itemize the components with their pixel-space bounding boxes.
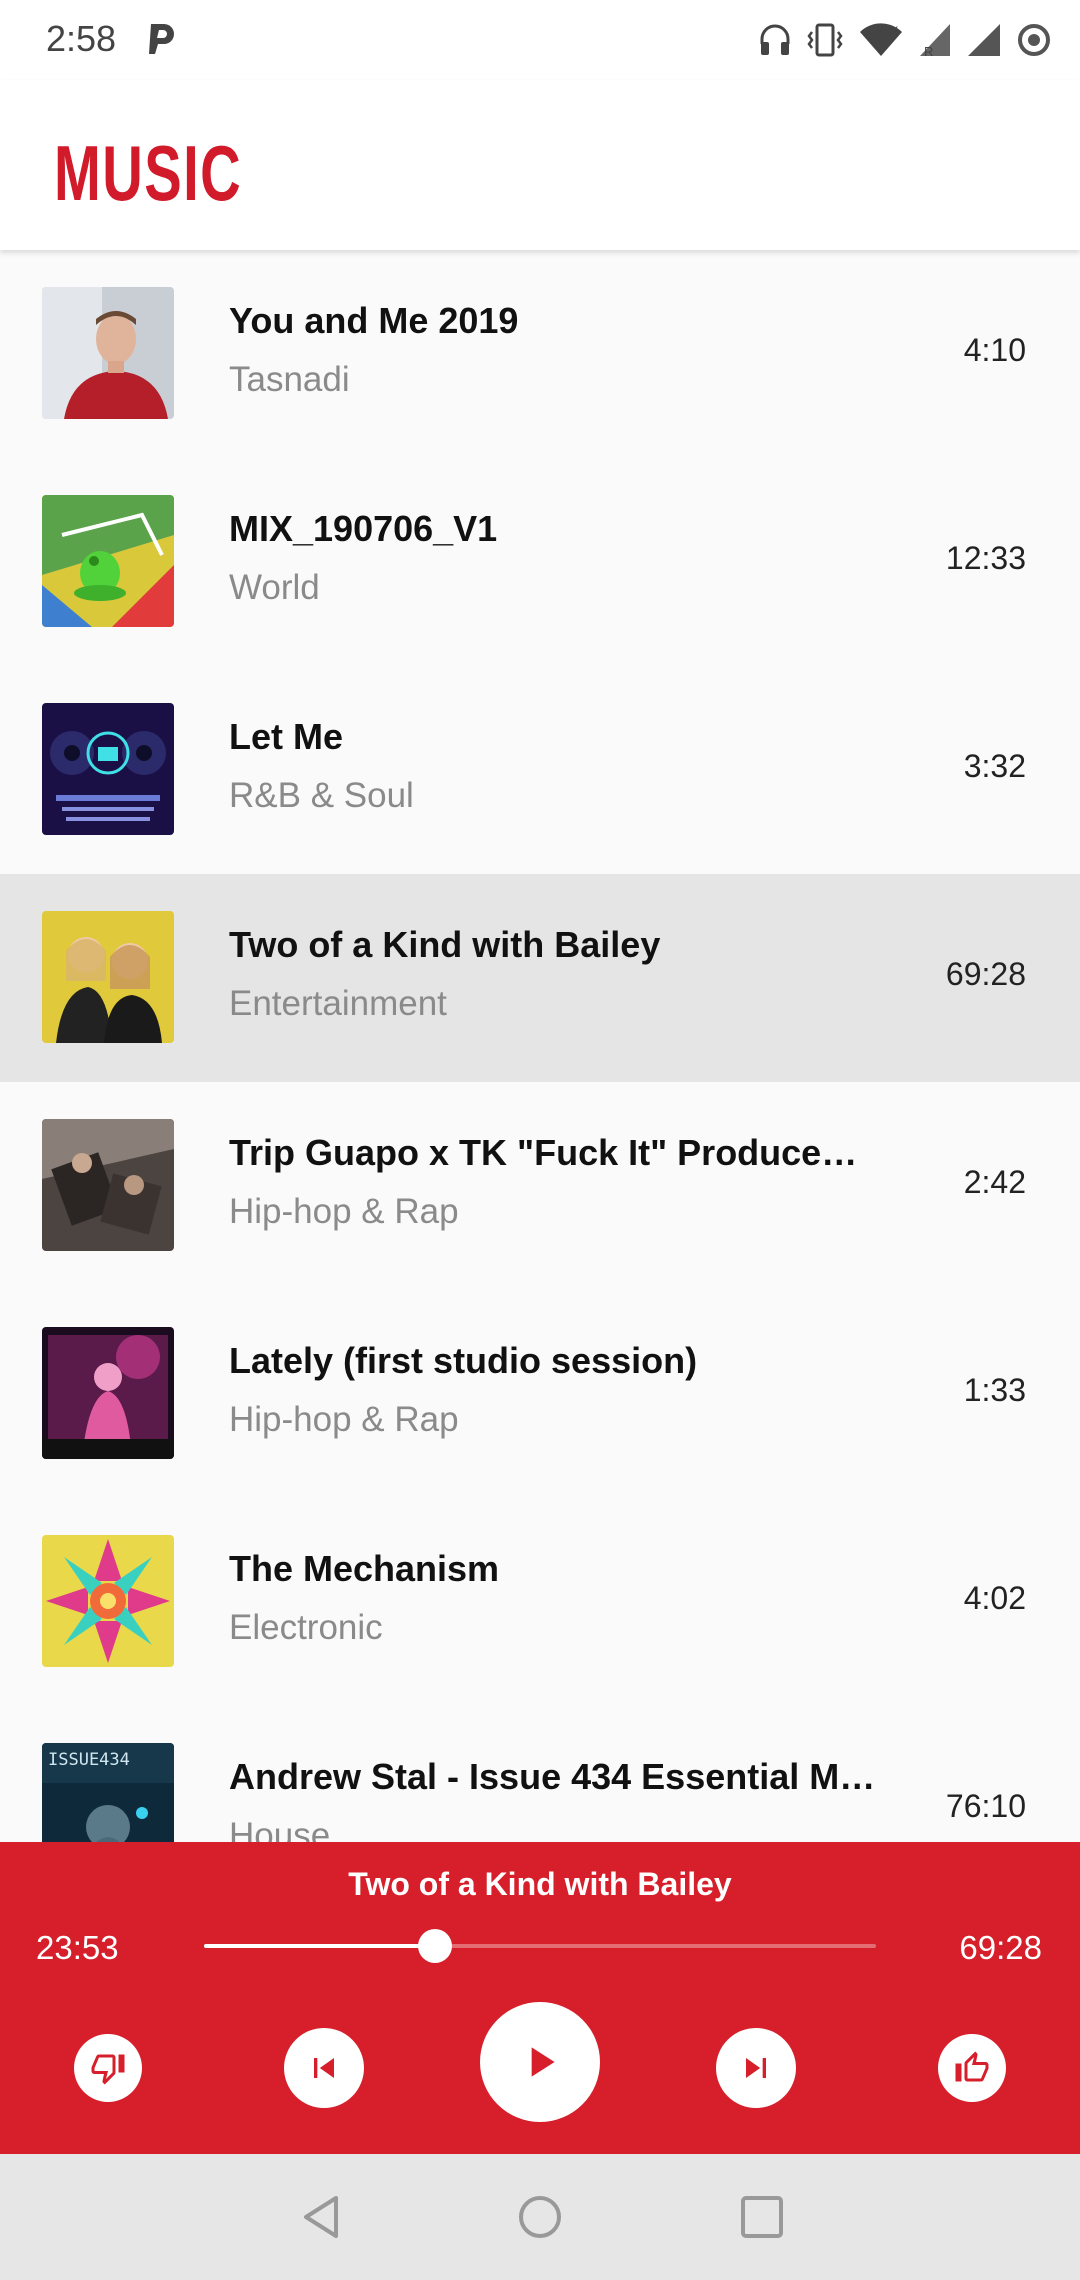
album-art: [42, 911, 174, 1043]
signal-icon: [968, 24, 1000, 56]
track-genre: Tasnadi: [229, 360, 350, 399]
home-icon[interactable]: [515, 2192, 565, 2242]
track-genre: Entertainment: [229, 984, 447, 1023]
sync-icon: [1018, 24, 1050, 56]
app-bar: MUSIC: [0, 80, 1080, 250]
thumbs-up-button[interactable]: [938, 2034, 1006, 2102]
svg-text:ISSUE434: ISSUE434: [48, 1750, 130, 1770]
thumbs-up-icon: [955, 2051, 989, 2082]
track-title: Let Me: [229, 716, 344, 757]
track-duration: 1:33: [963, 1372, 1026, 1408]
elapsed-time: 23:53: [36, 1929, 119, 1966]
thumbs-down-icon: [91, 2054, 125, 2085]
previous-button[interactable]: [284, 2028, 364, 2108]
play-button[interactable]: [480, 2002, 600, 2122]
album-art: [42, 703, 174, 835]
svg-text:R: R: [924, 44, 933, 58]
status-time: 2:58: [46, 18, 117, 59]
seek-bar-thumb[interactable]: [418, 1929, 453, 1963]
album-art: [42, 1535, 174, 1667]
album-art: [42, 287, 174, 419]
track-genre: House: [229, 1816, 331, 1842]
recents-icon[interactable]: [737, 2192, 787, 2242]
skip-next-icon: [746, 2058, 766, 2078]
next-button[interactable]: [716, 2028, 796, 2108]
status-icons: x R: [758, 18, 1052, 62]
track-row[interactable]: Trip Guapo x TK "Fuck It" Produced b... …: [0, 1082, 1080, 1290]
mobile-signal-icon: R: [920, 24, 950, 58]
track-title: Trip Guapo x TK "Fuck It" Produced b...: [229, 1132, 879, 1173]
wifi-icon: x: [860, 22, 902, 56]
track-genre: Electronic: [229, 1608, 383, 1647]
track-duration: 4:02: [963, 1580, 1026, 1616]
headphones-icon: [760, 24, 790, 55]
album-art: [42, 495, 174, 627]
total-time: 69:28: [959, 1929, 1042, 1966]
album-art: ISSUE434: [42, 1743, 174, 1842]
track-genre: Hip-hop & Rap: [229, 1400, 459, 1439]
app-logo: MUSIC: [54, 129, 243, 217]
track-row-selected[interactable]: Two of a Kind with Bailey Entertainment …: [0, 874, 1080, 1082]
track-duration: 12:33: [945, 540, 1026, 576]
track-title: Andrew Stal - Issue 434 Essential Mi...: [229, 1756, 879, 1797]
seek-bar-progress: [204, 1944, 436, 1948]
track-genre: Hip-hop & Rap: [229, 1192, 459, 1231]
status-bar: 2:58 x R: [0, 0, 1080, 80]
album-art: [42, 1119, 174, 1251]
skip-previous-icon: [314, 2058, 334, 2078]
thumbs-down-button[interactable]: [74, 2034, 142, 2102]
track-row[interactable]: ISSUE434 Andrew Stal - Issue 434 Essenti…: [0, 1706, 1080, 1842]
track-genre: World: [229, 568, 320, 607]
seek-bar[interactable]: [204, 1929, 876, 1963]
album-art: [42, 1327, 174, 1459]
track-duration: 69:28: [945, 956, 1026, 992]
track-row[interactable]: The Mechanism Electronic 4:02: [0, 1498, 1080, 1706]
track-title: The Mechanism: [229, 1548, 500, 1589]
track-duration: 2:42: [963, 1164, 1026, 1200]
back-icon[interactable]: [296, 2192, 346, 2242]
track-row[interactable]: MIX_190706_V1 World 12:33: [0, 458, 1080, 666]
track-title: Two of a Kind with Bailey: [229, 924, 661, 965]
track-title: Lately (first studio session): [229, 1340, 698, 1381]
track-title: MIX_190706_V1: [229, 508, 498, 549]
play-icon: [531, 2047, 555, 2077]
svg-text:x: x: [892, 22, 898, 36]
track-duration: 4:10: [963, 332, 1026, 368]
navigation-bar: [0, 2154, 1080, 2280]
vibrate-icon: [807, 23, 843, 57]
track-title: You and Me 2019: [229, 300, 519, 341]
track-row[interactable]: Lately (first studio session) Hip-hop & …: [0, 1290, 1080, 1498]
track-genre: R&B & Soul: [229, 776, 414, 815]
track-duration: 3:32: [963, 748, 1026, 784]
parking-icon: [149, 24, 174, 54]
track-row[interactable]: Let Me R&B & Soul 3:32: [0, 666, 1080, 874]
track-list[interactable]: You and Me 2019 Tasnadi 4:10 MIX_190706_…: [0, 250, 1080, 1842]
track-duration: 76:10: [945, 1788, 1026, 1824]
track-row[interactable]: You and Me 2019 Tasnadi 4:10: [0, 250, 1080, 458]
mini-player: Two of a Kind with Bailey 23:53 69:28: [0, 1842, 1080, 2154]
now-playing-title: Two of a Kind with Bailey: [348, 1866, 732, 1902]
